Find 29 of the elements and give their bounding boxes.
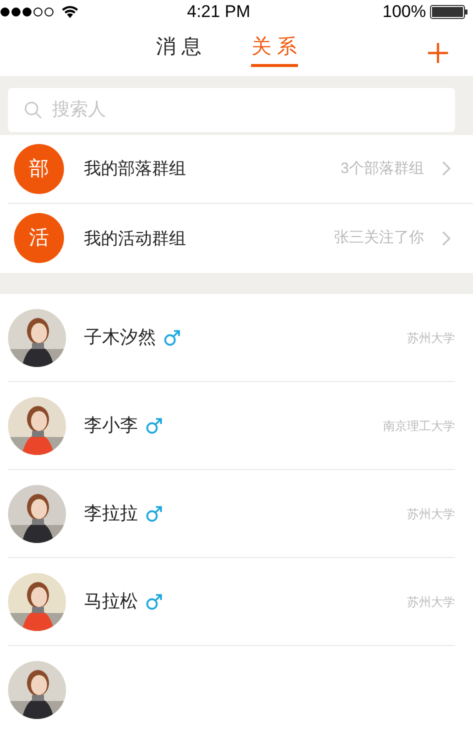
search-icon — [24, 100, 42, 119]
group-detail: 张三关注了你 — [334, 228, 424, 248]
chevron-right-icon[interactable] — [442, 230, 451, 246]
contact-name[interactable]: 马拉松 — [84, 588, 138, 615]
male-icon — [146, 418, 162, 434]
group-detail: 3个部落群组 — [340, 158, 424, 179]
contact-school: 苏州大学 — [407, 330, 455, 346]
signal-icon — [0, 6, 54, 18]
group-name[interactable]: 我的部落群组 — [84, 156, 186, 182]
contact-school: 苏州大学 — [407, 594, 455, 610]
tab[interactable]: 消 息 — [155, 34, 203, 68]
battery-icon — [430, 5, 468, 19]
battery-percentage: 100% — [382, 1, 426, 24]
contact-school: 苏州大学 — [407, 506, 455, 522]
chevron-right-icon[interactable] — [442, 161, 451, 176]
contact-school: 南京理工大学 — [383, 418, 455, 434]
group-badge: 部 — [14, 144, 64, 194]
contact-name[interactable]: 李拉拉 — [84, 500, 138, 527]
status-time: 4:21 PM — [187, 1, 250, 24]
male-icon — [164, 330, 180, 346]
wifi-icon — [62, 6, 78, 18]
contact-name[interactable]: 子木汐然 — [84, 324, 156, 351]
group-badge: 活 — [14, 213, 64, 264]
add-icon[interactable] — [428, 43, 448, 63]
male-icon — [146, 506, 162, 522]
contact-name[interactable]: 李小李 — [84, 412, 138, 439]
male-icon — [146, 594, 162, 610]
group-name[interactable]: 我的活动群组 — [84, 226, 186, 252]
search-field[interactable]: 搜索人 — [8, 88, 455, 132]
